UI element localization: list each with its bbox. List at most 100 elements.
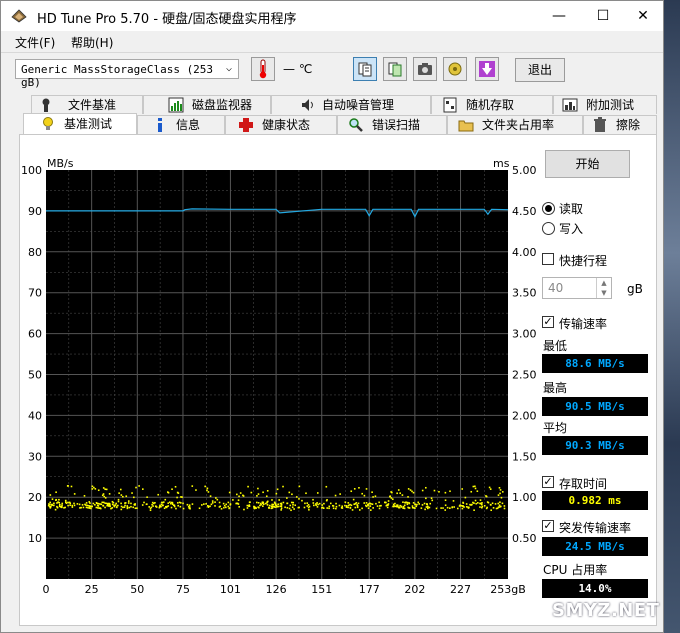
access-time-point xyxy=(286,506,289,509)
start-button[interactable]: 开始 xyxy=(545,150,630,178)
access-time-point xyxy=(316,502,318,504)
stroke-size-stepper[interactable]: 40 ▲ ▼ xyxy=(542,277,612,299)
access-time-point xyxy=(474,485,476,488)
access-time-point xyxy=(277,503,280,506)
close-button[interactable]: ✕ xyxy=(621,1,665,31)
burst-rate-checkbox[interactable]: ✓ xyxy=(542,520,554,532)
access-time-point xyxy=(101,494,104,497)
access-time-point xyxy=(315,504,317,506)
access-time-point xyxy=(452,500,455,502)
access-time-point xyxy=(160,503,163,506)
access-time-point xyxy=(189,506,191,508)
access-time-point xyxy=(73,493,76,495)
write-label: 写入 xyxy=(559,222,584,236)
chevron-up-icon[interactable]: ▲ xyxy=(596,278,611,288)
access-time-point xyxy=(416,503,418,506)
access-time-point xyxy=(180,496,182,498)
y-left-tick-label: 70 xyxy=(28,287,42,300)
access-time-point xyxy=(385,504,388,507)
access-time-point xyxy=(461,488,464,490)
access-time-point xyxy=(219,505,222,508)
access-time-point xyxy=(465,503,468,505)
access-time-point xyxy=(365,502,368,504)
access-time-point xyxy=(485,495,488,498)
access-time-point xyxy=(286,502,288,505)
maximize-button[interactable]: ☐ xyxy=(581,1,625,31)
min-readout: 88.6 MB/s xyxy=(542,354,648,373)
access-time-point xyxy=(421,489,424,492)
y-right-tick-label: 1.00 xyxy=(512,491,537,504)
tab-benchmark[interactable]: 基准测试 xyxy=(23,113,137,134)
access-time-point xyxy=(500,496,503,499)
y-right-tick-label: 2.50 xyxy=(512,369,537,382)
access-time-checkbox[interactable]: ✓ xyxy=(542,476,554,488)
y-left-tick-label: 90 xyxy=(28,205,42,218)
y-right-tick-label: 3.00 xyxy=(512,328,537,341)
access-time-point xyxy=(425,506,428,508)
access-time-point xyxy=(125,495,128,498)
access-time-point xyxy=(211,500,214,502)
short-stroke-checkbox[interactable] xyxy=(542,253,554,265)
tab-erase[interactable]: 擦除 xyxy=(583,115,657,134)
access-time-point xyxy=(50,505,52,508)
access-time-point xyxy=(433,489,436,492)
access-time-point xyxy=(335,502,337,505)
access-time-point xyxy=(182,507,185,510)
access-time-point xyxy=(67,504,69,507)
access-time-point xyxy=(408,507,411,509)
access-time-point xyxy=(151,503,153,506)
tab-extra-tests[interactable]: 附加测试 xyxy=(553,95,657,114)
x-ticks: 0 25 50 75 101 126 151 177 202 227 253gB xyxy=(43,583,526,596)
stroke-unit-label: gB xyxy=(627,282,643,296)
access-time-point xyxy=(423,502,426,505)
access-time-point xyxy=(444,499,447,502)
access-time-point xyxy=(411,506,414,509)
access-time-point xyxy=(451,506,454,509)
access-time-point xyxy=(67,501,69,504)
access-time-point xyxy=(262,491,264,494)
watermark-logo: SMYZ.NET xyxy=(552,600,660,621)
access-time-point xyxy=(135,486,137,489)
access-time-point xyxy=(321,504,324,506)
access-time-point xyxy=(206,487,209,490)
access-time-point xyxy=(312,502,315,504)
access-time-point xyxy=(104,502,106,505)
y-left-tick-label: 10 xyxy=(28,532,42,545)
y-left-unit-label: MB/s xyxy=(47,157,74,170)
access-time-point xyxy=(223,506,225,509)
access-time-point xyxy=(254,506,257,509)
access-time-point xyxy=(246,507,249,509)
access-time-point xyxy=(275,506,278,508)
access-time-point xyxy=(472,501,474,504)
chevron-down-icon[interactable]: ▼ xyxy=(596,288,611,298)
access-time-point xyxy=(376,505,379,507)
x-tick-label: 101 xyxy=(220,583,241,596)
write-radio[interactable] xyxy=(542,222,555,235)
access-time-point xyxy=(134,507,137,510)
access-time-point xyxy=(90,507,92,510)
access-time-point xyxy=(120,505,123,508)
access-time-point xyxy=(365,505,368,508)
access-time-point xyxy=(417,501,420,504)
access-time-point xyxy=(301,499,303,502)
access-time-point xyxy=(248,501,251,504)
access-time-point xyxy=(429,502,432,505)
access-time-point xyxy=(367,504,369,507)
access-time-point xyxy=(227,505,230,508)
access-time-point xyxy=(431,499,434,502)
read-radio[interactable] xyxy=(542,202,555,215)
access-time-point xyxy=(369,509,372,511)
transfer-rate-checkbox[interactable]: ✓ xyxy=(542,316,554,328)
access-time-point xyxy=(120,494,123,496)
access-time-point xyxy=(270,507,273,510)
access-time-point xyxy=(51,498,54,500)
access-time-point xyxy=(291,493,293,496)
access-time-point xyxy=(102,505,105,507)
minimize-button[interactable]: — xyxy=(537,1,581,31)
burst-rate-readout: 24.5 MB/s xyxy=(542,537,648,556)
access-time-point xyxy=(444,504,447,507)
access-time-point xyxy=(82,506,85,509)
access-time-point xyxy=(214,505,216,507)
access-time-point xyxy=(126,507,129,510)
access-time-point xyxy=(325,485,328,488)
